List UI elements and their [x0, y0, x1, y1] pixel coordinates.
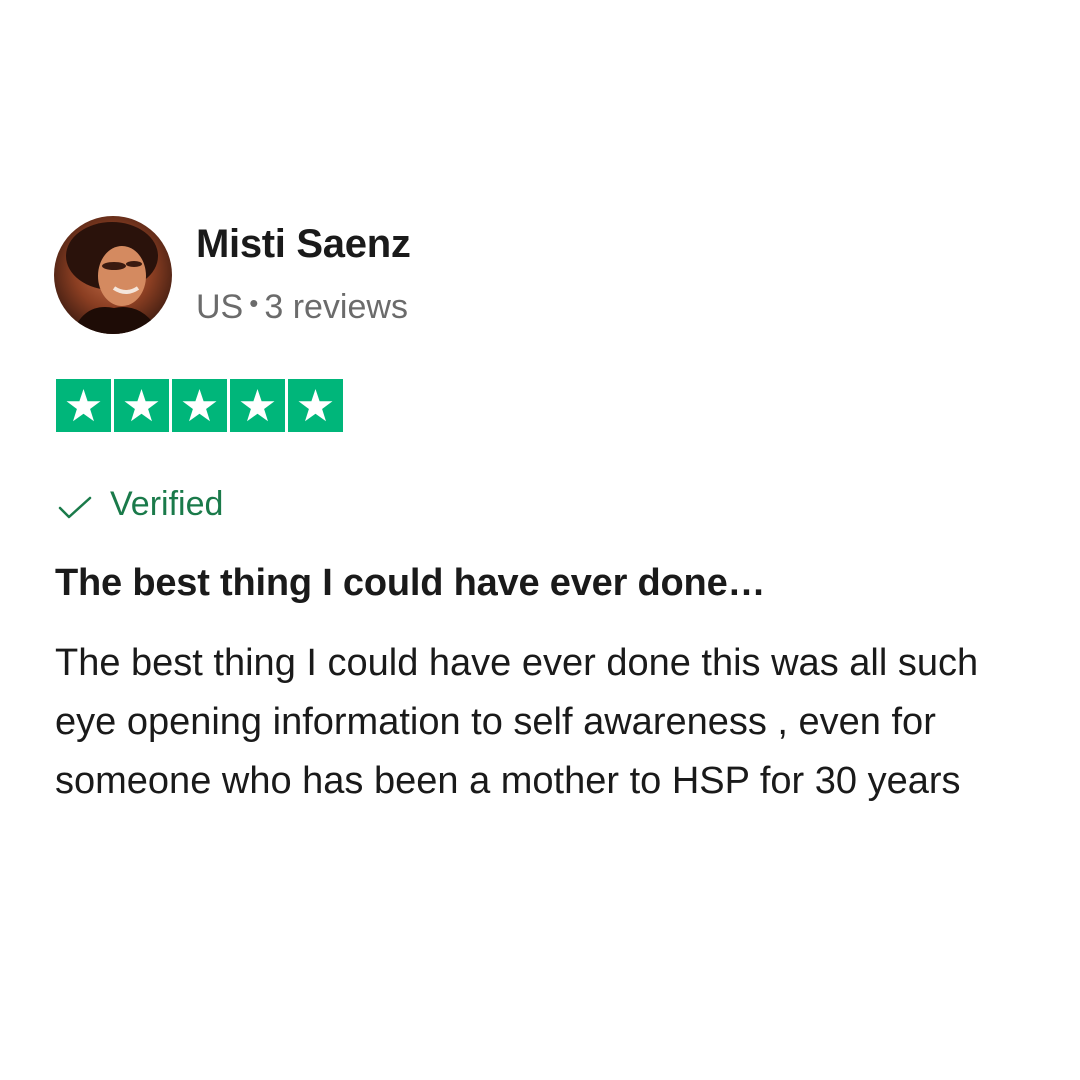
reviewer-meta: US • 3 reviews [196, 288, 408, 327]
reviewer-review-count[interactable]: 3 reviews [264, 288, 408, 326]
star-rating [56, 379, 343, 432]
review-body: The best thing I could have ever done th… [55, 642, 979, 802]
star-3 [172, 379, 227, 432]
star-icon [182, 389, 217, 422]
reviewer-country: US [196, 288, 244, 326]
star-2 [114, 379, 169, 432]
star-icon [298, 389, 333, 422]
star-icon [240, 389, 275, 422]
star-4 [230, 379, 285, 432]
checkmark-icon [58, 490, 92, 529]
review-title[interactable]: The best thing I could have ever done… [55, 562, 766, 605]
reviewer-avatar[interactable] [54, 216, 172, 334]
star-5 [288, 379, 343, 432]
star-icon [124, 389, 159, 422]
reviewer-name[interactable]: Misti Saenz [196, 222, 411, 267]
star-icon [66, 389, 101, 422]
meta-separator: • [249, 288, 259, 318]
star-1 [56, 379, 111, 432]
verified-label: Verified [110, 485, 224, 523]
avatar-photo [66, 222, 160, 334]
verified-badge[interactable]: Verified [58, 480, 223, 529]
